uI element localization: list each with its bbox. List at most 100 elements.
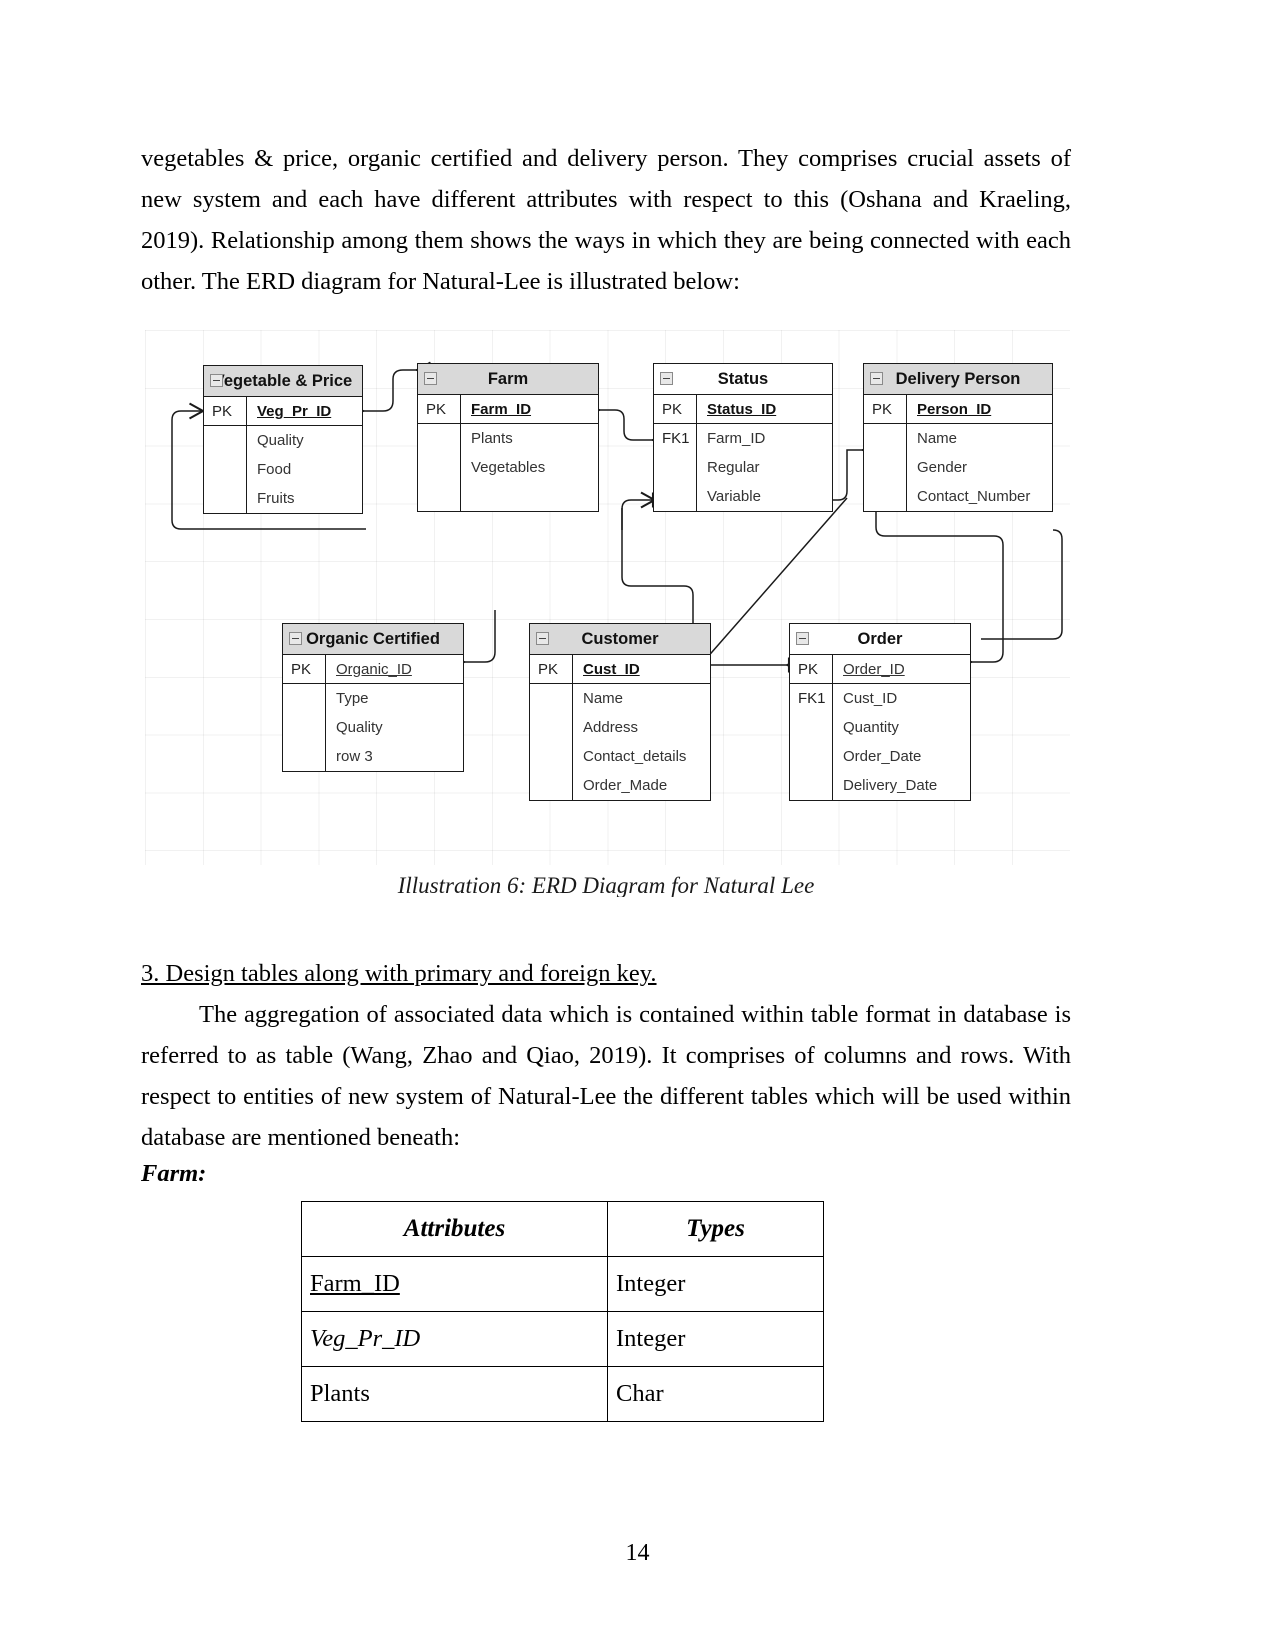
entity-attribute-row: Contact_details [530, 742, 710, 771]
cell-type: Integer [607, 1311, 824, 1367]
erd-entity-organic-certified[interactable]: Organic Certified PK Organic_ID Type Qua… [282, 623, 464, 772]
erd-entity-delivery-person[interactable]: Delivery Person PK Person_ID Name Gender… [863, 363, 1053, 512]
entity-attributes: Plants Vegetables [418, 424, 598, 511]
entity-attribute-row: Name [530, 684, 710, 713]
attribute-name: Quality [325, 713, 463, 742]
key-label: PK [212, 402, 233, 420]
entity-attributes: FK1 Cust_ID Quantity Order_Date Delivery… [790, 684, 970, 800]
key-label: PK [872, 400, 893, 418]
entity-attribute-row: Regular [654, 453, 832, 482]
key-label [864, 453, 906, 482]
entity-title: Order [857, 630, 903, 648]
section-heading: 3. Design tables along with primary and … [141, 960, 657, 987]
entity-attribute-row: Gender [864, 453, 1052, 482]
attribute-name: Gender [906, 453, 1052, 482]
key-name: Farm_ID [460, 395, 598, 423]
entity-key-row: PK Status_ID [654, 395, 832, 424]
entity-attribute-row: Name [864, 424, 1052, 453]
attribute-name: Quantity [832, 713, 970, 742]
entity-key-row: PK Person_ID [864, 395, 1052, 424]
column-header-attributes: Attributes [301, 1201, 608, 1257]
erd-entity-status[interactable]: Status PK Status_ID FK1 Farm_ID Regular … [653, 363, 833, 512]
key-label: FK1 [662, 430, 690, 447]
paragraph-tables-text: The aggregation of associated data which… [141, 1001, 1071, 1151]
entity-attribute-row: Fruits [204, 484, 362, 513]
entity-attribute-row: Contact_Number [864, 482, 1052, 511]
key-label [204, 455, 246, 484]
entity-attribute-row: Vegetables [418, 453, 598, 482]
entity-attribute-row: Delivery_Date [790, 771, 970, 800]
cell-type: Integer [607, 1256, 824, 1312]
entity-title: Customer [581, 630, 659, 648]
entity-header: Delivery Person [864, 364, 1052, 395]
attribute-name: Variable [696, 482, 832, 511]
entity-attribute-row [418, 482, 598, 511]
attribute-name: Regular [696, 453, 832, 482]
key-label [654, 453, 696, 482]
entity-attributes: Quality Food Fruits [204, 426, 362, 513]
cell-attribute: Plants [301, 1366, 608, 1422]
collapse-icon[interactable] [796, 632, 809, 645]
attribute-name: Type [325, 684, 463, 713]
attribute-name: Contact_Number [906, 482, 1052, 511]
entity-attributes: Name Address Contact_details Order_Made [530, 684, 710, 800]
entity-attribute-row: Food [204, 455, 362, 484]
key-label [530, 684, 572, 713]
attribute-name: Order_Made [572, 771, 710, 800]
entity-attribute-row: Quantity [790, 713, 970, 742]
attribute-name: Name [906, 424, 1052, 453]
table-row: Veg_Pr_ID Integer [301, 1311, 824, 1367]
key-name: Veg_Pr_ID [246, 397, 362, 425]
figure-caption: Illustration 6: ERD Diagram for Natural … [397, 873, 815, 897]
entity-header: Farm [418, 364, 598, 395]
key-label: PK [798, 660, 819, 678]
entity-title: Vegetable & Price [213, 372, 353, 390]
key-name: Cust_ID [572, 655, 710, 683]
key-label [530, 713, 572, 742]
cell-attribute: Farm_ID [301, 1256, 608, 1312]
entity-header: Organic Certified [283, 624, 463, 655]
farm-attributes-table: Attributes Types Farm_ID Integer Veg_Pr_… [301, 1201, 824, 1422]
attribute-name: Address [572, 713, 710, 742]
key-label [790, 771, 832, 800]
key-label [530, 771, 572, 800]
key-label: PK [662, 400, 683, 418]
document-page: vegetables & price, organic certified an… [0, 0, 1275, 1650]
erd-entity-order[interactable]: Order PK Order_ID FK1 Cust_ID Quantity O… [789, 623, 971, 801]
entity-key-row: PK Cust_ID [530, 655, 710, 684]
erd-entity-farm[interactable]: Farm PK Farm_ID Plants Vegetables [417, 363, 599, 512]
entity-attribute-row: Type [283, 684, 463, 713]
key-label [283, 713, 325, 742]
attribute-name: Farm_ID [696, 424, 832, 453]
page-number: 14 [625, 1540, 650, 1566]
attribute-name [460, 482, 598, 511]
entity-attributes: Name Gender Contact_Number [864, 424, 1052, 511]
key-label: PK [426, 400, 447, 418]
entity-attribute-row: Quality [283, 713, 463, 742]
key-label: FK1 [798, 690, 826, 707]
key-label [418, 482, 460, 511]
attribute-value: Veg_Pr_ID [310, 1325, 421, 1352]
entity-title: Organic Certified [306, 630, 440, 648]
key-label [530, 742, 572, 771]
table-row: Plants Char [301, 1366, 824, 1422]
attribute-value: Plants [310, 1380, 370, 1407]
attribute-name: Delivery_Date [832, 771, 970, 800]
attribute-name: Plants [460, 424, 598, 453]
erd-entity-vegetable-price[interactable]: Vegetable & Price PK Veg_Pr_ID Quality F… [203, 365, 363, 514]
collapse-icon[interactable] [536, 632, 549, 645]
collapse-icon[interactable] [870, 372, 883, 385]
key-name: Status_ID [696, 395, 832, 423]
table-header-row: Attributes Types [301, 1201, 824, 1257]
collapse-icon[interactable] [660, 372, 673, 385]
farm-table-label: Farm: [141, 1160, 207, 1187]
erd-entity-customer[interactable]: Customer PK Cust_ID Name Address Contact… [529, 623, 711, 801]
key-label: PK [291, 660, 312, 678]
entity-header: Vegetable & Price [204, 366, 362, 397]
collapse-icon[interactable] [424, 372, 437, 385]
attribute-value: Farm_ID [310, 1270, 400, 1297]
key-label [418, 453, 460, 482]
collapse-icon[interactable] [210, 374, 223, 387]
attribute-name: Order_Date [832, 742, 970, 771]
collapse-icon[interactable] [289, 632, 302, 645]
